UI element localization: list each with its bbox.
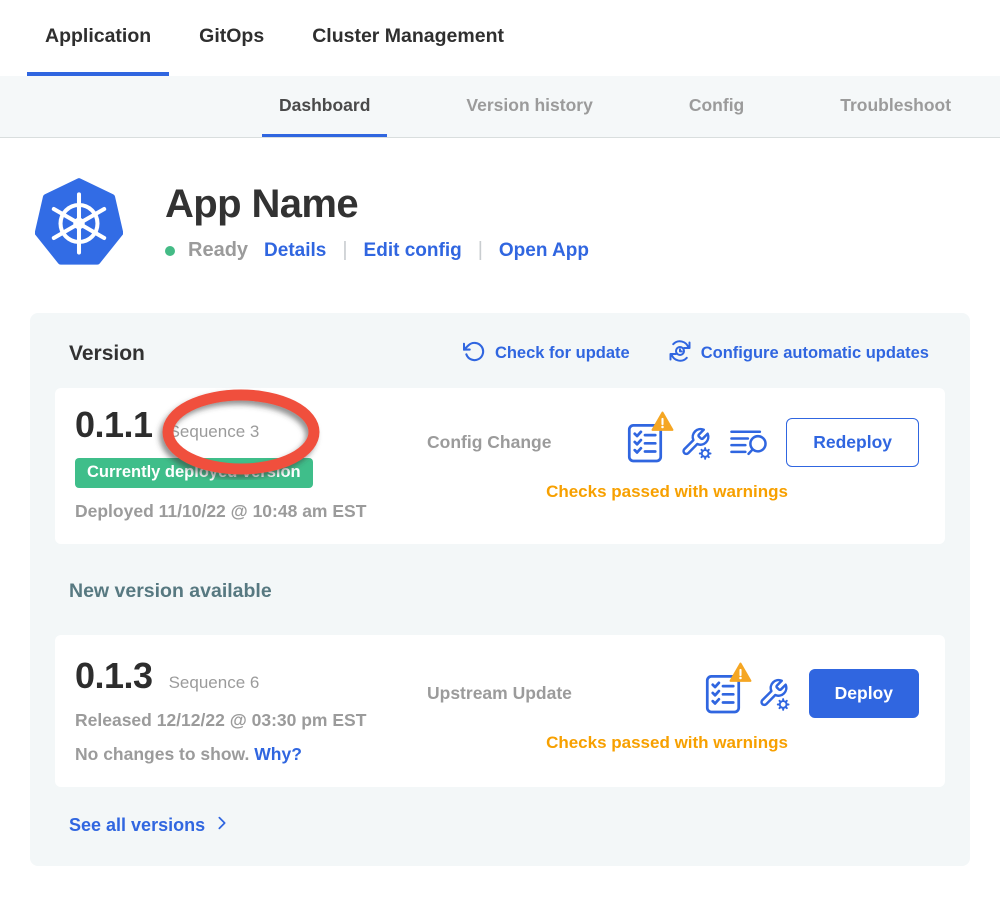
view-diff-icon[interactable] (729, 428, 768, 457)
tab-cluster-management-label: Cluster Management (312, 25, 504, 48)
app-sub-nav: Dashboard Version history Config Trouble… (0, 76, 1000, 138)
tab-application[interactable]: Application (27, 0, 169, 76)
tab-config-label: Config (689, 95, 744, 116)
version-panel-title: Version (69, 342, 145, 366)
link-divider: | (475, 239, 486, 262)
deploy-button[interactable]: Deploy (809, 669, 919, 718)
available-version-icons (705, 673, 791, 714)
tab-application-label: Application (45, 25, 151, 48)
warning-triangle-icon (729, 662, 752, 688)
app-status-row: Ready Details | Edit config | Open App (165, 239, 589, 262)
status-ready-dot-icon (165, 246, 175, 256)
app-header-text: App Name Ready Details | Edit config | O… (165, 176, 589, 271)
current-version-action-row: Config Change (415, 418, 919, 467)
check-for-update-button[interactable]: Check for update (463, 339, 630, 368)
tab-dashboard[interactable]: Dashboard (262, 76, 387, 137)
available-checks-status[interactable]: Checks passed with warnings (415, 733, 919, 753)
details-link[interactable]: Details (264, 240, 326, 262)
new-version-heading: New version available (69, 580, 945, 603)
changes-note-text: No changes to show. (75, 744, 249, 764)
chevron-right-icon (214, 815, 230, 836)
current-version-actions: Config Change (415, 404, 919, 502)
current-version-number: 0.1.1 (75, 404, 153, 446)
edit-config-icon[interactable] (757, 677, 791, 711)
version-panel-header: Version Check for update (55, 339, 945, 368)
preflight-checks-icon[interactable] (705, 673, 741, 714)
deployed-date-text: Deployed 11/10/22 @ 10:48 am EST (75, 501, 415, 522)
tab-gitops[interactable]: GitOps (181, 0, 282, 76)
available-version-number: 0.1.3 (75, 655, 153, 697)
kubernetes-logo-icon (35, 176, 123, 271)
available-version-action-row: Upstream Update (415, 669, 919, 718)
top-nav: Application GitOps Cluster Management (0, 0, 1000, 76)
tab-cluster-management[interactable]: Cluster Management (294, 0, 522, 76)
tab-version-history[interactable]: Version history (449, 76, 609, 137)
link-divider: | (339, 239, 350, 262)
why-link[interactable]: Why? (254, 744, 302, 764)
edit-config-link[interactable]: Edit config (364, 240, 462, 262)
tab-dashboard-label: Dashboard (279, 95, 370, 116)
version-panel: Version Check for update (30, 313, 970, 866)
see-all-versions-label: See all versions (69, 815, 205, 836)
current-version-card: 0.1.1 Sequence 3 Currently deployed vers… (55, 388, 945, 544)
see-all-versions-link[interactable]: See all versions (69, 815, 230, 836)
available-version-card: 0.1.3 Sequence 6 Released 12/12/22 @ 03:… (55, 635, 945, 787)
available-version-info: 0.1.3 Sequence 6 Released 12/12/22 @ 03:… (75, 655, 415, 765)
configure-automatic-updates-button[interactable]: Configure automatic updates (668, 339, 929, 368)
available-sequence-label: Sequence 6 (169, 673, 260, 693)
available-version-line: 0.1.3 Sequence 6 (75, 655, 415, 697)
current-source-type-label: Config Change (427, 432, 551, 453)
tab-version-history-label: Version history (466, 95, 592, 116)
available-source-type-label: Upstream Update (427, 683, 572, 704)
released-date-text: Released 12/12/22 @ 03:30 pm EST (75, 710, 415, 731)
available-version-actions: Upstream Update (415, 655, 919, 753)
version-panel-actions: Check for update Configure automatic upd… (463, 339, 929, 368)
edit-config-icon[interactable] (679, 426, 713, 460)
warning-triangle-icon (651, 411, 674, 437)
currently-deployed-badge: Currently deployed version (75, 458, 313, 488)
preflight-checks-icon[interactable] (627, 422, 663, 463)
app-name-title: App Name (165, 182, 589, 227)
changes-note-row: No changes to show. Why? (75, 744, 415, 765)
refresh-icon (463, 340, 486, 368)
scheduled-update-icon (668, 339, 692, 368)
tab-troubleshoot[interactable]: Troubleshoot (823, 76, 968, 137)
configure-automatic-updates-label: Configure automatic updates (701, 344, 929, 363)
tab-troubleshoot-label: Troubleshoot (840, 95, 951, 116)
current-version-info: 0.1.1 Sequence 3 Currently deployed vers… (75, 404, 415, 522)
current-sequence-label: Sequence 3 (169, 422, 260, 442)
redeploy-button[interactable]: Redeploy (786, 418, 919, 467)
check-for-update-label: Check for update (495, 344, 630, 363)
current-checks-status[interactable]: Checks passed with warnings (415, 482, 919, 502)
tab-config[interactable]: Config (672, 76, 761, 137)
current-version-line: 0.1.1 Sequence 3 (75, 404, 415, 446)
tab-gitops-label: GitOps (199, 25, 264, 48)
open-app-link[interactable]: Open App (499, 240, 589, 262)
status-ready-label: Ready (188, 239, 248, 262)
current-version-icons (627, 422, 768, 463)
app-header: App Name Ready Details | Edit config | O… (0, 138, 1000, 271)
